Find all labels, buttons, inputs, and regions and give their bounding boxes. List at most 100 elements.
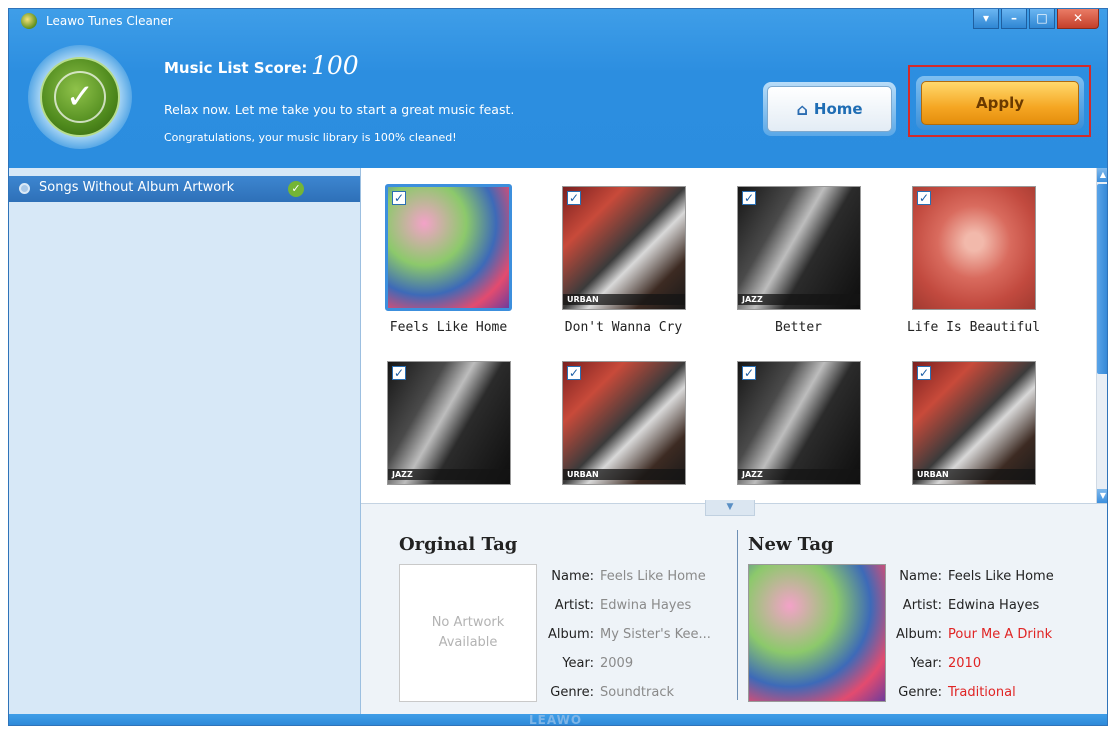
tag-key: Name: — [899, 569, 942, 584]
sidebar: Songs Without Album Artwork ✓ — [9, 168, 361, 714]
divider — [737, 530, 738, 700]
song-checkbox[interactable]: ✓ — [567, 191, 581, 205]
song-checkbox[interactable]: ✓ — [917, 191, 931, 205]
album-artwork[interactable]: ✓ URBAN — [562, 186, 686, 310]
grid-scrollbar[interactable]: ▲ ▼ — [1096, 168, 1107, 503]
tag-row: Name: Feels Like Home — [539, 562, 711, 591]
app-title: Leawo Tunes Cleaner — [46, 14, 173, 28]
song-checkbox[interactable]: ✓ — [392, 366, 406, 380]
new-tag-fields: Name: Feels Like Home Artist: Edwina Hayes A… — [887, 562, 1054, 707]
song-title: Don't Wanna Cry — [564, 320, 683, 335]
title-bar: Leawo Tunes Cleaner ▾ – □ ✕ — [9, 9, 1107, 33]
scroll-up-icon[interactable]: ▲ — [1097, 168, 1107, 182]
maximize-icon[interactable]: □ — [1029, 9, 1055, 29]
tag-row: Year: 2009 — [539, 649, 711, 678]
tag-row: Name: Feels Like Home — [887, 562, 1054, 591]
score-value: 100 — [311, 51, 359, 80]
song-tile[interactable]: ✓ JAZZ — [361, 343, 521, 503]
album-artwork[interactable]: ✓ JAZZ — [737, 186, 861, 310]
tag-value: 2010 — [948, 656, 982, 671]
check-icon: ✓ — [54, 71, 106, 123]
album-artwork[interactable]: ✓ JAZZ — [737, 361, 861, 485]
status-message: Relax now. Let me take you to start a gr… — [164, 102, 515, 117]
sidebar-item-songs-without-artwork[interactable]: Songs Without Album Artwork ✓ — [9, 176, 360, 202]
song-tile[interactable]: ✓ URBAN Don't Wanna Cry — [536, 168, 696, 338]
collapse-toggle-icon[interactable]: ▼ — [705, 500, 755, 516]
original-tag-title: Orginal Tag — [399, 534, 518, 555]
home-icon: ⌂ — [796, 99, 808, 119]
scroll-down-icon[interactable]: ▼ — [1097, 489, 1107, 503]
song-title: Feels Like Home — [389, 320, 508, 335]
no-artwork-placeholder: No Artwork Available — [399, 564, 537, 702]
app-logo-icon — [21, 13, 37, 29]
tag-key: Artist: — [554, 598, 594, 613]
song-grid: ✓ Feels Like Home ✓ URBAN Don't Wanna Cry ✓ JA… — [361, 168, 1096, 503]
song-title: Life Is Beautiful — [906, 320, 1041, 335]
score-badge: ✓ — [28, 45, 132, 149]
song-tile[interactable]: ✓ JAZZ Better — [711, 168, 871, 338]
tag-row: Year: 2010 — [887, 649, 1054, 678]
album-artwork[interactable]: ✓ — [912, 186, 1036, 310]
new-artwork-image — [748, 564, 886, 702]
tag-panel: ▼ Orginal Tag No Artwork Available Name:… — [361, 500, 1107, 714]
genre-badge: URBAN — [563, 469, 685, 480]
header: Leawo Tunes Cleaner ▾ – □ ✕ ✓ Music List… — [9, 9, 1107, 168]
tag-value: Soundtrack — [600, 685, 675, 700]
tag-row: Genre: Soundtrack — [539, 678, 711, 707]
sidebar-item-label: Songs Without Album Artwork — [39, 180, 235, 195]
tag-value: 2009 — [600, 656, 634, 671]
album-artwork[interactable]: ✓ URBAN — [562, 361, 686, 485]
tag-row: Artist: Edwina Hayes — [539, 591, 711, 620]
genre-badge: JAZZ — [738, 469, 860, 480]
bullet-icon — [19, 183, 30, 194]
score-label: Music List Score: — [164, 59, 308, 77]
tag-row: Artist: Edwina Hayes — [887, 591, 1054, 620]
song-tile[interactable]: ✓ Life Is Beautiful — [886, 168, 1046, 338]
home-button-label: Home — [813, 100, 863, 118]
tag-key: Year: — [910, 656, 942, 671]
song-tile[interactable]: ✓ JAZZ — [711, 343, 871, 503]
tag-value: Feels Like Home — [948, 569, 1054, 584]
song-checkbox[interactable]: ✓ — [917, 366, 931, 380]
song-checkbox[interactable]: ✓ — [742, 366, 756, 380]
album-artwork[interactable]: ✓ JAZZ — [387, 361, 511, 485]
album-artwork[interactable]: ✓ — [385, 184, 512, 311]
tag-value: Traditional — [948, 685, 1016, 700]
song-tile[interactable]: ✓ Feels Like Home — [361, 168, 521, 338]
album-artwork[interactable]: ✓ URBAN — [912, 361, 1036, 485]
song-title: Better — [775, 320, 822, 335]
genre-badge: JAZZ — [388, 469, 510, 480]
genre-badge: JAZZ — [738, 294, 860, 305]
tag-value: Feels Like Home — [600, 569, 706, 584]
close-icon[interactable]: ✕ — [1057, 9, 1099, 29]
tag-key: Album: — [895, 627, 942, 642]
tag-key: Genre: — [898, 685, 942, 700]
song-tile[interactable]: ✓ URBAN — [536, 343, 696, 503]
footer-bar: LEAWO — [9, 713, 1107, 726]
song-tile[interactable]: ✓ URBAN — [886, 343, 1046, 503]
original-tag-fields: Name: Feels Like Home Artist: Edwina Hayes A… — [539, 562, 711, 707]
tag-value: Edwina Hayes — [600, 598, 692, 613]
new-tag-title: New Tag — [748, 534, 834, 555]
song-checkbox[interactable]: ✓ — [567, 366, 581, 380]
scrollbar-thumb[interactable] — [1097, 184, 1107, 374]
dropdown-icon[interactable]: ▾ — [973, 9, 999, 29]
apply-button[interactable]: Apply — [916, 76, 1084, 130]
tag-key: Artist: — [902, 598, 942, 613]
tag-key: Album: — [547, 627, 594, 642]
tag-value: Pour Me A Drink — [948, 627, 1053, 642]
tag-row: Album: Pour Me A Drink — [887, 620, 1054, 649]
genre-badge: URBAN — [563, 294, 685, 305]
song-checkbox[interactable]: ✓ — [392, 191, 406, 205]
minimize-icon[interactable]: – — [1001, 9, 1027, 29]
tag-key: Name: — [551, 569, 594, 584]
tag-row: Album: My Sister's Kee... — [539, 620, 711, 649]
home-button[interactable]: ⌂ Home — [763, 82, 896, 136]
tag-value: Edwina Hayes — [948, 598, 1040, 613]
footer-logo: LEAWO — [529, 713, 583, 726]
check-icon: ✓ — [288, 181, 304, 197]
genre-badge: URBAN — [913, 469, 1035, 480]
apply-button-label: Apply — [921, 81, 1079, 125]
tag-row: Genre: Traditional — [887, 678, 1054, 707]
song-checkbox[interactable]: ✓ — [742, 191, 756, 205]
